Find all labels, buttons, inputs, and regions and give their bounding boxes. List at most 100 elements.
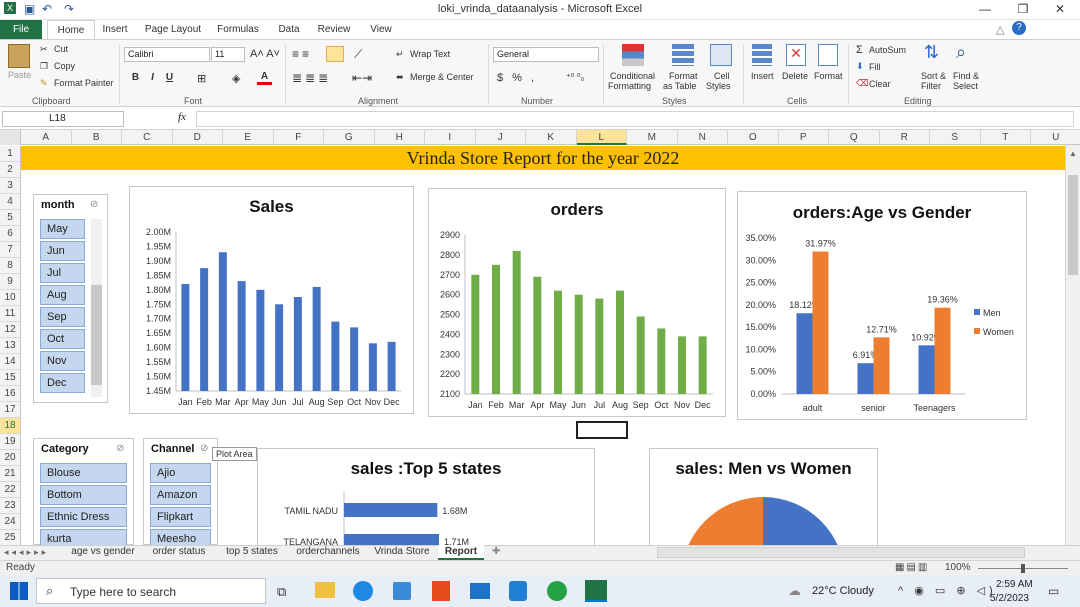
column-header[interactable]: P bbox=[779, 130, 829, 145]
column-header[interactable]: B bbox=[72, 130, 122, 145]
row-header[interactable]: 22 bbox=[0, 482, 21, 498]
row-header[interactable]: 12 bbox=[0, 322, 21, 338]
column-header[interactable]: U bbox=[1031, 130, 1080, 145]
help-icon[interactable]: ? bbox=[1012, 21, 1026, 35]
close-icon[interactable]: ✕ bbox=[1045, 2, 1075, 16]
format-painter-button[interactable]: Format Painter bbox=[54, 78, 114, 88]
column-header[interactable]: Q bbox=[829, 130, 880, 145]
grow-font-icon[interactable]: A˄ A˅ bbox=[250, 48, 280, 60]
format-table-icon[interactable] bbox=[672, 44, 694, 66]
month-slicer-scrollbar[interactable] bbox=[91, 219, 102, 397]
tab-review[interactable]: Review bbox=[314, 20, 354, 39]
insert-button[interactable]: Insert bbox=[751, 71, 774, 81]
bar-men-teenagers[interactable] bbox=[918, 345, 935, 394]
column-header[interactable]: L bbox=[576, 130, 627, 145]
align-bottom-icon[interactable] bbox=[326, 46, 344, 62]
bar-jun[interactable] bbox=[275, 304, 284, 391]
column-header[interactable]: O bbox=[728, 130, 779, 145]
column-header[interactable]: E bbox=[223, 130, 274, 145]
row-header[interactable]: 3 bbox=[0, 178, 21, 194]
slicer-item-channel[interactable]: Ajio bbox=[150, 463, 211, 483]
tab-page-layout[interactable]: Page Layout bbox=[142, 20, 204, 39]
format-table-button[interactable]: Format bbox=[669, 71, 698, 81]
row-header[interactable]: 17 bbox=[0, 402, 21, 418]
italic-button[interactable]: I bbox=[145, 72, 160, 83]
bar-aug[interactable] bbox=[312, 286, 321, 391]
column-header[interactable]: I bbox=[425, 130, 476, 145]
row-header[interactable]: 14 bbox=[0, 354, 21, 370]
selected-cell-l18[interactable] bbox=[576, 421, 628, 439]
font-name-select[interactable]: Calibri bbox=[124, 47, 210, 62]
sheet-tab[interactable]: Vrinda Store bbox=[370, 545, 434, 560]
find-select-button[interactable]: Find & bbox=[953, 71, 979, 81]
paste-icon[interactable] bbox=[8, 44, 30, 68]
tab-data[interactable]: Data bbox=[272, 20, 306, 39]
column-header[interactable]: F bbox=[274, 130, 324, 145]
slicer-item-category[interactable]: Ethnic Dress bbox=[40, 507, 127, 527]
column-header[interactable]: J bbox=[476, 130, 526, 145]
horizontal-scrollbar[interactable] bbox=[657, 547, 1025, 558]
slicer-item-month[interactable]: Sep bbox=[40, 307, 85, 327]
row-header[interactable]: 7 bbox=[0, 242, 21, 258]
row-header[interactable]: 23 bbox=[0, 498, 21, 514]
bar-jul[interactable] bbox=[293, 297, 302, 391]
bar-sep[interactable] bbox=[636, 316, 645, 394]
column-header[interactable]: C bbox=[122, 130, 173, 145]
cell-styles-button[interactable]: Cell bbox=[714, 71, 730, 81]
bar-women-senior[interactable] bbox=[873, 337, 890, 394]
bar-aug[interactable] bbox=[616, 290, 624, 394]
file-explorer-icon[interactable] bbox=[315, 582, 335, 598]
slicer-item-month[interactable]: May bbox=[40, 219, 85, 239]
row-header[interactable]: 6 bbox=[0, 226, 21, 242]
scrollbar-thumb[interactable] bbox=[91, 285, 102, 385]
scroll-up-icon[interactable]: ▲ bbox=[1069, 149, 1077, 158]
bar-oct[interactable] bbox=[657, 328, 666, 394]
category-slicer[interactable]: Category ⊘ Blouse Bottom Ethnic Dress kurta bbox=[33, 438, 134, 549]
top-states-chart[interactable]: sales :Top 5 states TAMIL NADU 1.68M TELAN… bbox=[257, 448, 595, 546]
tab-insert[interactable]: Insert bbox=[98, 20, 132, 39]
slicer-item-month[interactable]: Dec bbox=[40, 373, 85, 393]
slicer-item-channel[interactable]: Flipkart bbox=[150, 507, 211, 527]
column-header[interactable]: M bbox=[627, 130, 678, 145]
bar-feb[interactable] bbox=[200, 268, 209, 391]
row-header[interactable]: 10 bbox=[0, 290, 21, 306]
row-header[interactable]: 15 bbox=[0, 370, 21, 386]
bar-women-teenagers[interactable] bbox=[934, 307, 951, 394]
redo-icon[interactable]: ↷ bbox=[64, 2, 74, 16]
save-icon[interactable]: ▣ bbox=[24, 2, 35, 16]
underline-button[interactable]: U bbox=[162, 72, 177, 83]
excel-taskbar-icon[interactable] bbox=[585, 580, 607, 602]
column-header[interactable]: R bbox=[880, 130, 930, 145]
borders-icon[interactable]: ⊞ bbox=[197, 72, 206, 85]
slicer-item-month[interactable]: Oct bbox=[40, 329, 85, 349]
bar-nov[interactable] bbox=[368, 343, 377, 391]
tab-file[interactable]: File bbox=[0, 20, 42, 39]
zoom-slider-thumb[interactable] bbox=[1021, 564, 1025, 573]
clear-filter-icon[interactable]: ⊘ bbox=[90, 199, 98, 210]
currency-percent-icons[interactable]: $ % , bbox=[497, 72, 537, 84]
minimize-icon[interactable]: — bbox=[970, 2, 1000, 16]
bar-apr[interactable] bbox=[237, 281, 246, 391]
number-format-select[interactable]: General bbox=[493, 47, 599, 62]
bar-sep[interactable] bbox=[331, 321, 340, 391]
merge-center-button[interactable]: Merge & Center bbox=[410, 72, 474, 82]
column-header[interactable]: N bbox=[678, 130, 728, 145]
format-cells-icon[interactable] bbox=[818, 44, 838, 66]
vertical-align-icon[interactable]: ≡≡ bbox=[292, 47, 312, 61]
column-header[interactable]: A bbox=[21, 130, 72, 145]
sheet-tab[interactable]: age vs gender bbox=[66, 545, 140, 560]
task-view-icon[interactable]: ⧉ bbox=[277, 584, 286, 600]
bold-button[interactable]: B bbox=[128, 72, 143, 83]
column-header[interactable]: S bbox=[930, 130, 981, 145]
sales-chart[interactable]: Sales 1.45M 1.50M 1.55M 1.60M 1.65M 1.70M 1.75… bbox=[129, 186, 414, 414]
row-header[interactable]: 20 bbox=[0, 450, 21, 466]
clear-filter-icon[interactable]: ⊘ bbox=[116, 443, 124, 454]
sort-filter-button[interactable]: Sort & bbox=[921, 71, 946, 81]
system-tray-icons[interactable]: ^ ◉ ▭ ⊕ ◁) bbox=[898, 584, 997, 597]
tab-view[interactable]: View bbox=[364, 20, 398, 39]
formula-input[interactable] bbox=[196, 111, 1074, 127]
bar-women-adult[interactable] bbox=[812, 251, 829, 394]
new-sheet-icon[interactable]: ✚ bbox=[492, 545, 500, 560]
clear-button[interactable]: Clear bbox=[869, 79, 891, 89]
tab-formulas[interactable]: Formulas bbox=[214, 20, 262, 39]
